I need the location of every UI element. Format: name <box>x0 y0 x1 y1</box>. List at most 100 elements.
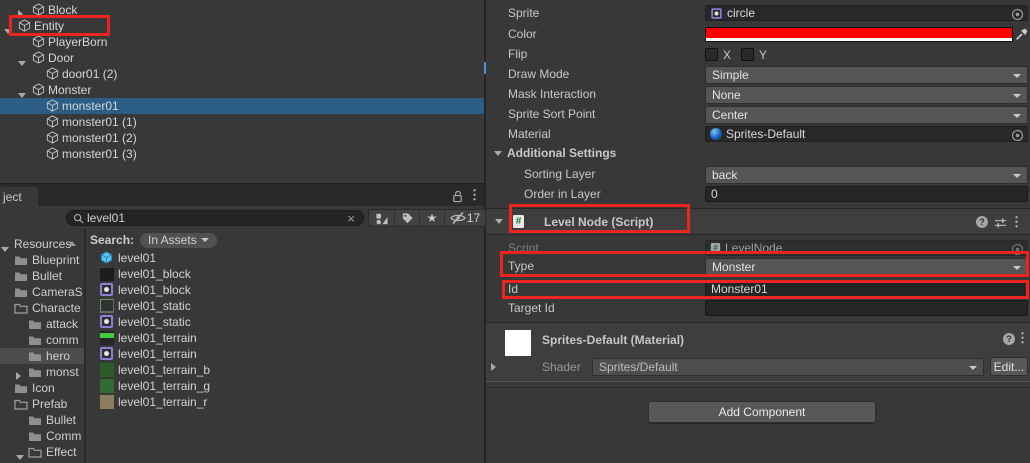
object-picker-icon[interactable] <box>1011 243 1024 259</box>
folder-item-comm[interactable]: comm <box>0 332 84 348</box>
search-results: Search: In Assets level01level01_blockle… <box>86 229 484 463</box>
csharp-script-icon: # <box>711 242 720 253</box>
type-dropdown[interactable]: Monster <box>705 258 1028 276</box>
sorting-layer-dropdown[interactable]: back <box>705 166 1028 184</box>
hierarchy-item-door01-2[interactable]: door01 (2) <box>0 66 484 82</box>
sprite-frame-icon <box>100 315 113 328</box>
hierarchy-item-playerborn[interactable]: PlayerBorn <box>0 34 484 50</box>
hierarchy-item-monster01-1[interactable]: monster01 (1) <box>0 114 484 130</box>
add-component-label: Add Component <box>719 405 806 419</box>
folder-item-label: Bullet <box>32 269 62 283</box>
search-filter-group: ★ 17 <box>368 209 486 227</box>
object-picker-icon[interactable] <box>1011 129 1024 145</box>
scope-in-assets-pill[interactable]: In Assets <box>140 233 217 248</box>
sprite-sort-point-dropdown[interactable]: Center <box>705 106 1028 124</box>
sprite-sort-point-row: Sprite Sort Point Center <box>486 106 1030 124</box>
target-id-label: Target Id <box>508 301 555 315</box>
hierarchy-item-entity[interactable]: Entity <box>0 18 484 34</box>
hierarchy-item-door[interactable]: Door <box>0 50 484 66</box>
file-item-level01-terrain-g[interactable]: level01_terrain_g <box>86 378 484 394</box>
foldout-arrow-icon[interactable] <box>491 363 496 371</box>
file-item-label: level01_terrain_r <box>118 395 207 409</box>
id-field[interactable]: Monster01 <box>705 281 1028 297</box>
color-swatch[interactable] <box>705 27 1013 42</box>
file-item-level01-terrain-r[interactable]: level01_terrain_r <box>86 394 484 410</box>
flip-x-checkbox[interactable] <box>705 48 718 61</box>
material-menu-kebab-icon[interactable]: ⋮ <box>1016 330 1029 346</box>
file-item-level01-terrain[interactable]: level01_terrain <box>86 330 484 346</box>
favorites-star-icon[interactable]: ★ <box>420 210 445 226</box>
folder-item-prefab[interactable]: Prefab <box>0 396 84 412</box>
file-item-level01-terrain-b[interactable]: level01_terrain_b <box>86 362 484 378</box>
hierarchy-item-block[interactable]: Block <box>0 2 484 18</box>
mask-interaction-dropdown[interactable]: None <box>705 86 1028 104</box>
thumb-dark-icon <box>100 267 114 281</box>
folder-item-attack[interactable]: attack <box>0 316 84 332</box>
gameobject-cube-icon <box>46 131 59 146</box>
level-node-component-header[interactable]: # Level Node (Script) ? ⋮ <box>486 208 1030 235</box>
file-item-level01-block[interactable]: level01_block <box>86 282 484 298</box>
folder-item-resources[interactable]: Resources <box>0 236 84 252</box>
hidden-results-toggle[interactable]: 17 <box>445 210 485 226</box>
folder-item-blueprint[interactable]: Blueprint <box>0 252 84 268</box>
folder-item-hero[interactable]: hero <box>0 348 84 364</box>
file-item-level01-static[interactable]: level01_static <box>86 298 484 314</box>
search-by-label-icon[interactable] <box>395 210 420 226</box>
tab-project[interactable]: ject <box>0 187 38 207</box>
hierarchy-item-monster01-2[interactable]: monster01 (2) <box>0 130 484 146</box>
folder-item-monst[interactable]: monst <box>0 364 84 380</box>
folder-item-label: Icon <box>32 381 55 395</box>
flip-y-checkbox[interactable] <box>741 48 754 61</box>
material-object-field[interactable]: Sprites-Default <box>705 126 1028 142</box>
eyedropper-icon[interactable] <box>1015 28 1028 44</box>
folder-item-icon[interactable]: Icon <box>0 380 84 396</box>
target-id-field[interactable] <box>705 300 1028 316</box>
hierarchy-item-label: Door <box>48 51 74 65</box>
folder-item-label: Effect <box>46 445 76 459</box>
search-input[interactable]: level01 × <box>66 210 364 226</box>
type-value: Monster <box>712 260 755 274</box>
flip-x-label: X <box>723 48 731 62</box>
shader-dropdown[interactable]: Sprites/Default <box>592 358 984 376</box>
clear-search-icon[interactable]: × <box>347 211 355 226</box>
sprite-object-field[interactable]: circle <box>705 5 1028 21</box>
folder-item-comm[interactable]: Comm <box>0 428 84 444</box>
folder-item-label: Characte <box>32 301 81 315</box>
material-thumbnail[interactable] <box>505 330 531 356</box>
presets-icon[interactable] <box>994 217 1007 232</box>
draw-mode-dropdown[interactable]: Simple <box>705 66 1028 84</box>
file-item-level01[interactable]: level01 <box>86 250 484 266</box>
folder-item-characte[interactable]: Characte <box>0 300 84 316</box>
order-in-layer-value: 0 <box>711 187 718 201</box>
additional-settings-foldout[interactable]: Additional Settings <box>494 146 616 160</box>
add-component-button[interactable]: Add Component <box>648 401 876 423</box>
hierarchy-item-monster01[interactable]: monster01 <box>0 98 484 114</box>
scroll-up-icon[interactable] <box>68 241 76 246</box>
foldout-arrow-icon[interactable] <box>18 10 23 18</box>
search-scope-label: Search: <box>90 233 134 247</box>
hierarchy-item-monster[interactable]: Monster <box>0 82 484 98</box>
folder-item-effect[interactable]: Effect <box>0 444 84 460</box>
edit-shader-button[interactable]: Edit... <box>990 357 1028 376</box>
help-icon[interactable]: ? <box>1003 333 1015 345</box>
folder-item-bullet[interactable]: Bullet <box>0 268 84 284</box>
file-item-level01-static[interactable]: level01_static <box>86 314 484 330</box>
chevron-down-icon <box>1013 74 1021 78</box>
draw-mode-label: Draw Mode <box>508 67 569 81</box>
component-menu-kebab-icon[interactable]: ⋮ <box>1010 214 1023 230</box>
file-item-level01-terrain[interactable]: level01_terrain <box>86 346 484 362</box>
file-item-level01-block[interactable]: level01_block <box>86 266 484 282</box>
folder-item-bullet[interactable]: Bullet <box>0 412 84 428</box>
gameobject-cube-icon <box>46 67 59 82</box>
hierarchy-item-monster01-3[interactable]: monster01 (3) <box>0 146 484 162</box>
folder-closed-icon <box>28 414 42 428</box>
folder-item-cameras[interactable]: CameraS <box>0 284 84 300</box>
object-picker-icon[interactable] <box>1011 8 1024 24</box>
foldout-arrow-icon[interactable] <box>16 372 21 380</box>
search-by-type-icon[interactable] <box>369 210 395 226</box>
project-menu-kebab-icon[interactable]: ⋮ <box>468 187 481 203</box>
lock-icon[interactable] <box>450 188 464 204</box>
help-icon[interactable]: ? <box>976 216 988 228</box>
gameobject-cube-icon <box>46 147 59 162</box>
order-in-layer-field[interactable]: 0 <box>705 186 1028 202</box>
